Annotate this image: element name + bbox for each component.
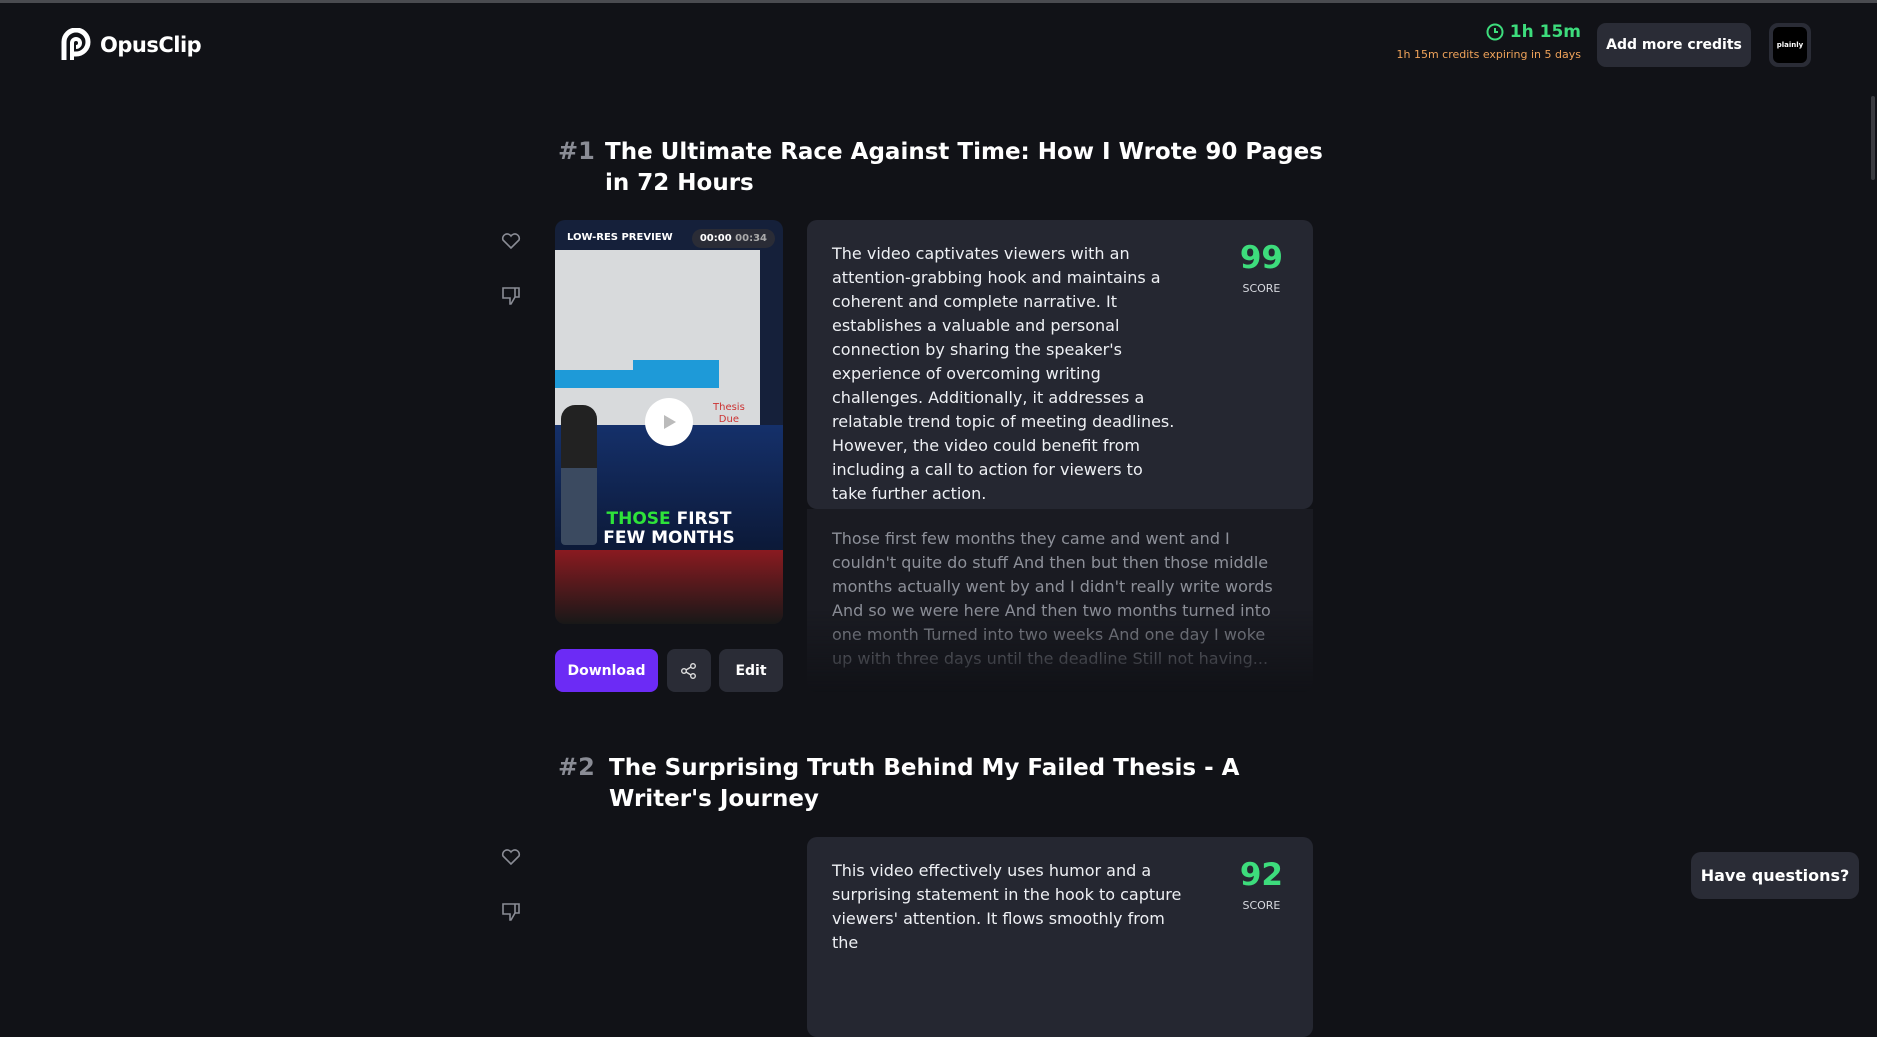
audience <box>555 550 783 624</box>
clip-transcript: Those first few months they came and wen… <box>807 509 1313 692</box>
edit-button[interactable]: Edit <box>719 649 783 692</box>
share-button[interactable] <box>667 649 711 692</box>
virality-score: 92 SCORE <box>1240 857 1283 912</box>
play-icon <box>664 415 676 429</box>
heart-icon[interactable] <box>499 228 523 252</box>
time-total: 00:34 <box>735 233 767 244</box>
caption-word: THOSE <box>606 509 671 529</box>
clip-title: The Ultimate Race Against Time: How I Wr… <box>605 139 1323 196</box>
clip-rank: #2 <box>558 753 595 781</box>
have-questions-button[interactable]: Have questions? <box>1691 852 1859 899</box>
clip-description: The video captivates viewers with an att… <box>832 244 1175 503</box>
caption-word: FEW MONTHS <box>603 528 735 548</box>
add-more-credits-button[interactable]: Add more credits <box>1597 23 1751 67</box>
slide-bar <box>633 360 719 388</box>
score-value: 99 <box>1239 240 1283 276</box>
low-res-label: LOW-RES PREVIEW <box>567 232 673 243</box>
slide-screen <box>555 250 760 425</box>
score-value: 92 <box>1239 857 1283 893</box>
virality-score: 99 SCORE <box>1240 240 1283 295</box>
thumbs-down-icon[interactable] <box>499 900 523 924</box>
caption-word: FIRST <box>676 509 732 529</box>
window-top-border <box>0 0 1877 3</box>
avatar-label: plainly <box>1773 27 1807 63</box>
clip-description: This video effectively uses humor and a … <box>832 861 1182 952</box>
logo[interactable]: OpusClip <box>60 28 202 62</box>
download-button[interactable]: Download <box>555 649 658 692</box>
video-caption: THOSE FIRST FEW MONTHS <box>555 510 783 548</box>
brand-name: OpusClip <box>100 33 202 57</box>
score-label: SCORE <box>1242 282 1281 295</box>
avatar[interactable]: plainly <box>1769 23 1811 67</box>
clock-icon <box>1486 23 1504 41</box>
slide-bar <box>555 370 633 388</box>
credits-info: 1h 15m 1h 15m credits expiring in 5 days <box>1397 22 1582 61</box>
clip-rank: #1 <box>558 137 595 165</box>
timecode: 00:00 00:34 <box>691 229 775 248</box>
score-label: SCORE <box>1242 899 1281 912</box>
slide-text-line: Thesis <box>713 402 745 413</box>
clip-analysis-card: This video effectively uses humor and a … <box>807 837 1313 1037</box>
time-current: 00:00 <box>699 233 732 244</box>
clip-title: The Surprising Truth Behind My Failed Th… <box>609 755 1240 812</box>
opusclip-logo-icon <box>61 28 91 60</box>
video-preview[interactable]: Thesis Due LOW-RES PREVIEW 00:00 00:34 TH… <box>555 220 783 624</box>
slide-text: Thesis Due <box>713 402 745 426</box>
play-button[interactable] <box>645 398 693 446</box>
heart-icon[interactable] <box>499 844 523 868</box>
credits-remaining: 1h 15m <box>1509 22 1581 42</box>
credits-expiry-note: 1h 15m credits expiring in 5 days <box>1396 48 1582 61</box>
scrollbar[interactable] <box>1871 96 1875 180</box>
thumbs-down-icon[interactable] <box>499 284 523 308</box>
share-icon <box>681 662 696 679</box>
clip-analysis-card: The video captivates viewers with an att… <box>807 220 1313 509</box>
